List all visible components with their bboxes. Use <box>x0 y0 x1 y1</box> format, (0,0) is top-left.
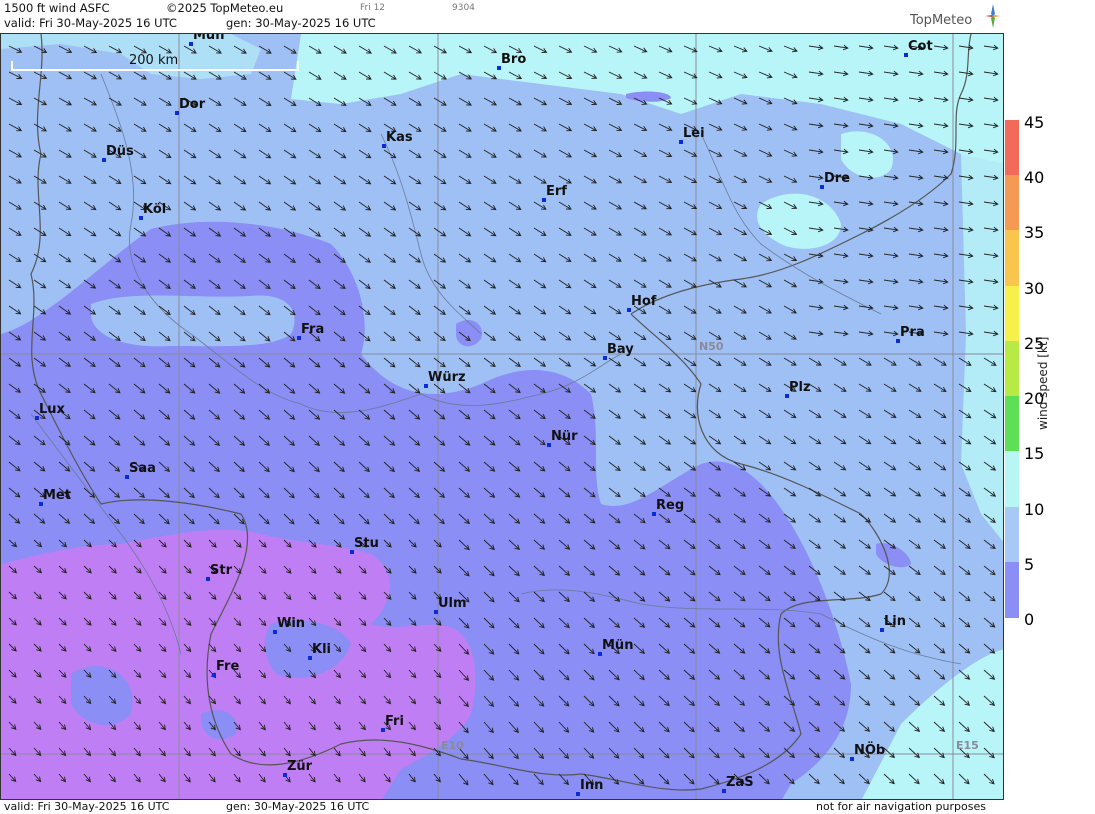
id-tag: 9304 <box>452 3 475 13</box>
scale-bar-line <box>11 69 299 71</box>
map-header: 1500 ft wind ASFC ©2025 TopMeteo.eu Fri … <box>0 0 1005 33</box>
city-label: Kas <box>386 130 413 145</box>
legend-color-band <box>1005 506 1019 563</box>
wind-speed-legend <box>1005 120 1019 618</box>
copyright-text: ©2025 TopMeteo.eu <box>166 1 284 15</box>
topmeteo-logo: TopMeteo <box>910 13 973 28</box>
city-label: Inn <box>580 778 604 793</box>
city-label: Mün <box>602 638 634 653</box>
legend-axis-label: wind speed [kt] <box>1036 336 1050 430</box>
legend-tick: 30 <box>1024 278 1045 298</box>
city-label: Met <box>43 488 71 503</box>
city-label: Mün <box>193 33 225 43</box>
city-label: NÖb <box>854 743 886 758</box>
city-label: Dor <box>179 97 206 112</box>
legend-color-band <box>1005 120 1019 177</box>
city-label: Str <box>210 563 232 578</box>
city-label: Bro <box>501 52 527 67</box>
legend-color-band <box>1005 451 1019 508</box>
legend-color-band <box>1005 230 1019 287</box>
disclaimer: not for air navigation purposes <box>816 800 986 813</box>
legend-tick: 0 <box>1024 610 1035 629</box>
wind-map-canvas <box>1 34 1003 799</box>
legend-color-band <box>1005 285 1019 342</box>
city-label: Erf <box>546 184 567 199</box>
city-label: Köl <box>143 202 167 217</box>
city-label: Saa <box>129 461 156 476</box>
city-label: Düs <box>106 144 134 159</box>
legend-color-band <box>1005 175 1019 232</box>
city-label: Bay <box>607 342 634 357</box>
legend-tick: 5 <box>1024 554 1035 574</box>
city-label: Würz <box>428 370 466 385</box>
city-label: Plz <box>789 380 811 395</box>
scale-bar-tick-right <box>297 61 299 71</box>
city-label: Ulm <box>438 596 467 611</box>
run-tag: Fri 12 <box>360 3 386 13</box>
city-label: Lux <box>39 402 65 417</box>
valid-time: valid: Fri 30-May-2025 16 UTC <box>4 16 177 30</box>
legend-tick: 35 <box>1024 223 1045 243</box>
scale-bar-label: 200 km <box>129 53 179 68</box>
wind-map[interactable]: 200 km N50 E10 E15 Mün Bro Cot Dor Kas Lei Düs… <box>0 33 1004 800</box>
footer-valid-time: valid: Fri 30-May-2025 16 UTC <box>4 800 170 813</box>
legend-tick: 40 <box>1024 168 1045 188</box>
legend-tick: 15 <box>1024 444 1045 464</box>
legend-tick: 10 <box>1024 499 1045 519</box>
city-label: Stu <box>354 536 379 551</box>
city-label: Lei <box>683 126 705 141</box>
city-label: Fre <box>216 659 240 674</box>
legend-color-band <box>1005 561 1019 618</box>
city-label: Pra <box>900 325 925 340</box>
gen-time: gen: 30-May-2025 16 UTC <box>226 16 376 30</box>
grid-label-lon-10: E10 <box>441 739 464 752</box>
city-label: Cot <box>908 39 933 54</box>
city-label: Dre <box>824 171 851 186</box>
city-label: Fra <box>301 322 325 337</box>
legend-color-band <box>1005 396 1019 453</box>
footer-gen-time: gen: 30-May-2025 16 UTC <box>226 800 370 813</box>
city-label: Kli <box>312 642 331 657</box>
city-label: Zür <box>287 759 313 774</box>
map-footer: valid: Fri 30-May-2025 16 UTC gen: 30-Ma… <box>0 800 1005 814</box>
product-title: 1500 ft wind ASFC <box>4 1 110 15</box>
city-label: Fri <box>385 714 404 729</box>
city-label: Lin <box>884 614 906 629</box>
compass-star-icon <box>985 4 1001 28</box>
city-label: ZaS <box>726 775 754 790</box>
city-label: Win <box>277 616 306 631</box>
city-label: Hof <box>631 294 657 309</box>
scale-bar-tick-left <box>11 61 13 71</box>
scale-bar: 200 km <box>11 53 299 71</box>
city-label: Nür <box>551 429 578 444</box>
grid-label-lon-15: E15 <box>956 739 979 752</box>
city-label: Reg <box>656 498 685 513</box>
grid-label-lat: N50 <box>699 340 724 353</box>
legend-tick: 45 <box>1024 113 1045 132</box>
legend-color-band <box>1005 340 1019 398</box>
